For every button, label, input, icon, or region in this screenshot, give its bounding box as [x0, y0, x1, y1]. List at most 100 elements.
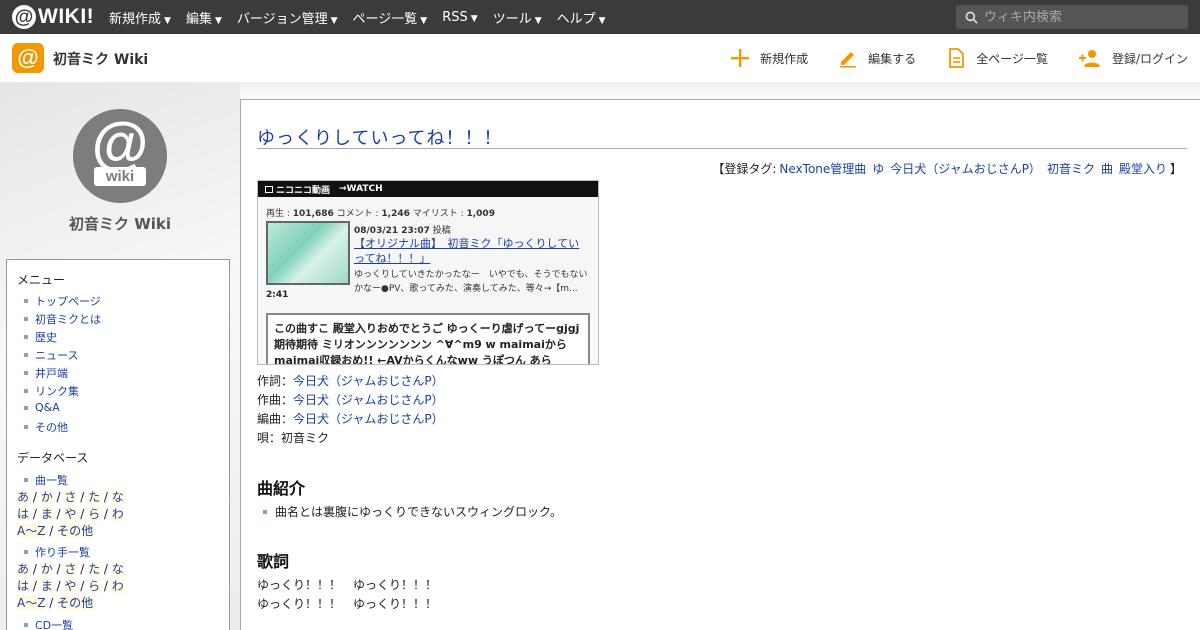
kana-link[interactable]: さ: [64, 490, 77, 504]
menu-panel: メニュー トップページ 初音ミクとは 歴史 ニュース 井戸端 リンク集 Q&A …: [6, 259, 230, 630]
wiki-logo-icon[interactable]: @ wiki: [73, 109, 167, 203]
credit-lyrics: 作詞：今日犬（ジャムおじさんP）: [257, 374, 444, 388]
kana-link[interactable]: ま: [40, 579, 53, 593]
kana-link[interactable]: A～Z: [17, 524, 46, 538]
nav-edit[interactable]: 編集 ▼: [186, 8, 222, 27]
kana-link[interactable]: わ: [111, 579, 124, 593]
site-actions: 新規作成 編集する 全ページ一覧 登録/ログイン: [700, 34, 1188, 82]
at-logo-icon: @: [12, 5, 36, 29]
nav-help[interactable]: ヘルプ ▼: [557, 8, 606, 27]
kana-link[interactable]: か: [40, 562, 53, 576]
atwiki-logo[interactable]: @ WIKI!: [12, 5, 94, 29]
kana-link[interactable]: は: [17, 579, 30, 593]
credit-link[interactable]: 今日犬（ジャムおじさんP）: [293, 374, 444, 388]
site-header: @ 初音ミク Wiki 新規作成 編集する 全ページ一覧 登録/ログイン: [0, 34, 1200, 82]
menu-item-links[interactable]: リンク集: [24, 383, 79, 399]
register-login-button[interactable]: 登録/ログイン: [1078, 48, 1188, 68]
tag-link[interactable]: 今日犬（ジャムおじさんP）: [890, 162, 1041, 176]
kana-link[interactable]: A～Z: [17, 596, 46, 610]
kana-link[interactable]: その他: [57, 524, 94, 538]
main-content: ゆっくりしていってね！！！ 【登録タグ: NexTone管理曲ゆ今日犬（ジャムおじ…: [240, 99, 1200, 630]
menu-item-other[interactable]: その他: [24, 419, 68, 435]
kana-link[interactable]: あ: [17, 490, 30, 504]
sidebar-title[interactable]: 初音ミク Wiki: [0, 213, 240, 234]
bullet-icon: [24, 317, 28, 321]
tag-list: 【登録タグ: NexTone管理曲ゆ今日犬（ジャムおじさんP） 初音ミク曲殿堂入り】: [712, 162, 1182, 176]
all-pages-button[interactable]: 全ページ一覧: [946, 48, 1048, 68]
kana-link[interactable]: や: [64, 579, 77, 593]
menu-item-about[interactable]: 初音ミクとは: [24, 311, 101, 327]
kana-link[interactable]: わ: [111, 507, 124, 521]
kana-link[interactable]: は: [17, 507, 30, 521]
new-page-button[interactable]: 新規作成: [730, 48, 808, 68]
edit-button[interactable]: 編集する: [838, 48, 916, 68]
kana-link[interactable]: や: [64, 507, 77, 521]
bullet-icon: [24, 299, 28, 303]
kana-link[interactable]: な: [111, 562, 124, 576]
site-logo-icon[interactable]: @: [12, 43, 44, 73]
menu-heading: メニュー: [17, 273, 66, 287]
kana-link[interactable]: た: [88, 490, 101, 504]
search-icon: [965, 11, 978, 24]
credit-link[interactable]: 今日犬（ジャムおじさんP）: [293, 393, 444, 407]
caret-down-icon: ▼: [330, 15, 338, 26]
top-nav: 新規作成 ▼ 編集 ▼ バージョン管理 ▼ ページ一覧 ▼ RSS ▼ ツール ▼ ヘルプ ▼: [109, 0, 621, 34]
cd-list-link[interactable]: CD一覧: [24, 617, 73, 630]
search-box: [956, 5, 1188, 29]
video-description: ゆっくりしていきたかったなー いやでも、そうでもないかなー●PV、歌ってみた、演…: [354, 270, 588, 294]
nav-pages[interactable]: ページ一覧 ▼: [353, 8, 428, 27]
watch-link[interactable]: →WATCH: [339, 184, 383, 194]
intro-item: 曲名とは裏腹にゆっくりできないスウィングロック。: [263, 503, 562, 520]
search-input[interactable]: [984, 9, 1174, 25]
kana-link[interactable]: た: [88, 562, 101, 576]
bullet-icon: [24, 550, 28, 554]
kana-link[interactable]: な: [111, 490, 124, 504]
creator-list-link[interactable]: 作り手一覧: [24, 544, 90, 560]
menu-item-news[interactable]: ニュース: [24, 347, 78, 363]
kana-link[interactable]: か: [40, 490, 53, 504]
kana-link[interactable]: その他: [57, 596, 94, 610]
nav-rss[interactable]: RSS ▼: [442, 10, 477, 25]
bullet-icon: [24, 623, 28, 627]
nav-version[interactable]: バージョン管理 ▼: [237, 8, 338, 27]
tag-link[interactable]: 曲: [1101, 162, 1113, 176]
bullet-icon: [263, 509, 267, 514]
song-kana-row-3: A～Z / その他: [17, 524, 94, 538]
bullet-icon: [24, 389, 28, 393]
site-name[interactable]: 初音ミク Wiki: [53, 49, 148, 69]
caret-down-icon: ▼: [598, 15, 606, 26]
nav-tools[interactable]: ツール ▼: [493, 8, 542, 27]
menu-item-forum[interactable]: 井戸端: [24, 365, 68, 381]
nav-new[interactable]: 新規作成 ▼: [109, 8, 171, 27]
kana-link[interactable]: ま: [40, 507, 53, 521]
caret-down-icon: ▼: [214, 15, 222, 26]
pencil-icon: [840, 52, 857, 68]
tag-link[interactable]: ゆ: [872, 162, 884, 176]
credit-link[interactable]: 今日犬（ジャムおじさんP）: [293, 412, 444, 426]
plus-icon: [731, 49, 750, 67]
tag-link[interactable]: NexTone管理曲: [779, 162, 866, 176]
menu-item-qa[interactable]: Q&A: [24, 401, 60, 414]
video-title-link[interactable]: 【オリジナル曲】 初音ミク「ゆっくりしていってね！！！」: [354, 236, 590, 266]
menu-item-history[interactable]: 歴史: [24, 329, 57, 345]
kana-link[interactable]: あ: [17, 562, 30, 576]
video-embed-header: ニコニコ動画 →WATCH: [258, 181, 598, 197]
caret-down-icon: ▼: [164, 15, 171, 26]
tag-link[interactable]: 殿堂入り: [1119, 162, 1167, 176]
menu-item-top[interactable]: トップページ: [24, 293, 101, 309]
song-kana-row-1: あ / か / さ / た / な: [17, 490, 124, 504]
video-thumbnail[interactable]: [266, 221, 350, 285]
kana-link[interactable]: ら: [88, 579, 101, 593]
page-title[interactable]: ゆっくりしていってね！！！: [257, 124, 503, 150]
title-divider: [257, 148, 1187, 149]
lyrics-heading: 歌詞: [257, 552, 290, 571]
song-kana-row-2: は / ま / や / ら / わ: [17, 507, 124, 521]
song-list-link[interactable]: 曲一覧: [24, 472, 68, 488]
credits: 作詞：今日犬（ジャムおじさんP） 作曲：今日犬（ジャムおじさんP） 編曲：今日犬…: [257, 372, 444, 448]
kana-link[interactable]: ら: [88, 507, 101, 521]
kana-link[interactable]: さ: [64, 562, 77, 576]
video-post-date: 08/03/21 23:07 投稿: [354, 226, 451, 236]
tag-link[interactable]: 初音ミク: [1047, 162, 1095, 176]
niconico-icon: [265, 185, 273, 193]
add-user-icon: [1078, 50, 1100, 67]
